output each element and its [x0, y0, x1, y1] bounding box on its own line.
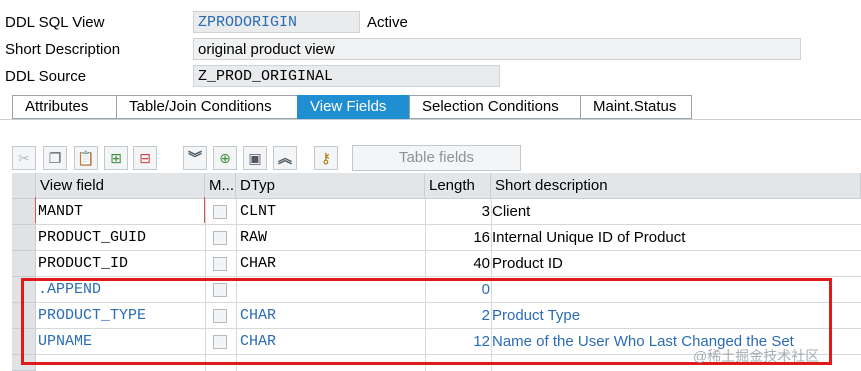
dtyp-cell[interactable]: CLNT	[240, 199, 420, 225]
row-selector[interactable]	[12, 225, 36, 251]
view-field-cell[interactable]: .APPEND	[38, 277, 203, 303]
short-description-label: Short Description	[5, 41, 121, 58]
tab-underline	[0, 119, 861, 120]
tab-strip: Attributes Table/Join Conditions View Fi…	[12, 95, 692, 119]
col-header-dtyp[interactable]: DTyp	[236, 173, 425, 199]
mandatory-checkbox[interactable]	[213, 335, 227, 349]
dtyp-cell[interactable]: CHAR	[240, 329, 420, 355]
length-cell[interactable]: 2	[425, 303, 490, 329]
tab-view-fields[interactable]: View Fields	[297, 95, 409, 119]
insert-row-icon[interactable]: ⊞	[104, 146, 128, 170]
length-cell[interactable]: 16	[425, 225, 490, 251]
row-selector[interactable]	[12, 251, 36, 277]
tab-maint-status[interactable]: Maint.Status	[580, 95, 692, 119]
mandatory-checkbox[interactable]	[213, 231, 227, 245]
length-cell[interactable]: 3	[425, 199, 490, 225]
view-field-cell[interactable]: PRODUCT_GUID	[38, 225, 203, 251]
col-header-short-description[interactable]: Short description	[491, 173, 861, 199]
cut-icon[interactable]: ✂	[12, 146, 36, 170]
dtyp-cell[interactable]: RAW	[240, 225, 420, 251]
tab-selection-conditions[interactable]: Selection Conditions	[409, 95, 580, 119]
row-selector[interactable]	[12, 277, 36, 303]
mandatory-checkbox[interactable]	[213, 309, 227, 323]
short-description-cell[interactable]: Product Type	[492, 303, 860, 329]
tab-attributes[interactable]: Attributes	[12, 95, 116, 119]
view-field-cell[interactable]: PRODUCT_ID	[38, 251, 203, 277]
copy-icon[interactable]: ❐	[43, 146, 67, 170]
cell-focus-marker	[35, 197, 205, 223]
view-field-cell[interactable]: UPNAME	[38, 329, 203, 355]
mandatory-checkbox[interactable]	[213, 283, 227, 297]
select-all-cell[interactable]	[12, 173, 36, 199]
paste-icon[interactable]: 📋	[74, 146, 98, 170]
view-field-cell[interactable]: PRODUCT_TYPE	[38, 303, 203, 329]
short-description-field[interactable]: original product view	[193, 38, 801, 60]
length-cell[interactable]: 0	[425, 277, 490, 303]
row-selector[interactable]	[12, 303, 36, 329]
short-description-cell[interactable]: Client	[492, 199, 860, 225]
length-cell[interactable]: 40	[425, 251, 490, 277]
short-description-cell[interactable]: Product ID	[492, 251, 860, 277]
dtyp-cell[interactable]: CHAR	[240, 303, 420, 329]
ddl-source-label: DDL Source	[5, 68, 87, 85]
view-status: Active	[367, 14, 408, 31]
delete-row-icon[interactable]: ⊟	[133, 146, 157, 170]
expand-icon[interactable]: ︽	[273, 146, 297, 170]
key-icon[interactable]: ⚷	[314, 146, 338, 170]
table-fields-button[interactable]: Table fields	[352, 145, 521, 171]
tab-table-join-conditions[interactable]: Table/Join Conditions	[116, 95, 297, 119]
dtyp-cell[interactable]: CHAR	[240, 251, 420, 277]
collapse-icon[interactable]: ︾	[183, 146, 207, 170]
ddl-sql-view-field[interactable]: ZPRODORIGIN	[193, 11, 360, 33]
col-header-length[interactable]: Length	[425, 173, 491, 199]
short-description-cell[interactable]	[492, 277, 860, 303]
insert-icon[interactable]: ⊕	[213, 146, 237, 170]
row-selector[interactable]	[12, 199, 36, 225]
row-selector[interactable]	[12, 355, 36, 371]
length-cell[interactable]: 12	[425, 329, 490, 355]
ddl-sql-view-label: DDL SQL View	[5, 14, 105, 31]
ddl-source-field[interactable]: Z_PROD_ORIGINAL	[193, 65, 500, 87]
mandatory-checkbox[interactable]	[213, 257, 227, 271]
col-header-mandatory[interactable]: M...	[205, 173, 236, 199]
row-selector[interactable]	[12, 329, 36, 355]
mandatory-checkbox[interactable]	[213, 205, 227, 219]
display-icon[interactable]: ▣	[243, 146, 267, 170]
short-description-cell[interactable]: Internal Unique ID of Product	[492, 225, 860, 251]
watermark: @稀土掘金技术社区	[693, 348, 820, 364]
dtyp-cell[interactable]	[240, 277, 420, 303]
col-header-view-field[interactable]: View field	[36, 173, 205, 199]
